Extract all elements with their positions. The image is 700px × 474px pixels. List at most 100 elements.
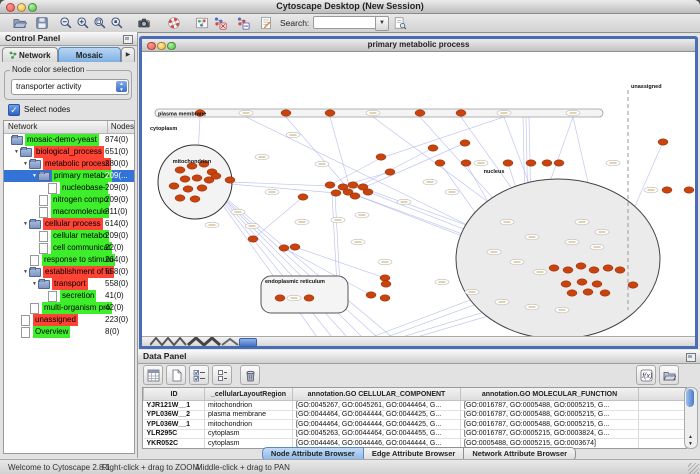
network-overview-icon[interactable] [194,15,210,31]
expand-arrow-icon[interactable]: ▼ [22,218,29,230]
tree-row-cell-communicat[interactable]: cell communicat22(0) [4,242,134,254]
tree-row-metabolic-process[interactable]: ▼metabolic process280(0) [4,158,134,170]
annotation-icon[interactable] [258,15,274,31]
column-header[interactable]: annotation.GO CELLULAR_COMPONENT [293,388,461,401]
import-attributes-icon[interactable] [659,365,679,385]
graph-node[interactable] [363,189,373,195]
graph-node[interactable] [350,193,360,199]
graph-edge[interactable] [218,194,347,337]
graph-node[interactable] [561,281,571,287]
destroy-network-icon[interactable] [212,15,228,31]
table-cell[interactable]: YPL036W__1 [144,420,205,430]
graph-node[interactable] [197,185,207,191]
search-dropdown-arrow-icon[interactable]: ▼ [375,16,389,31]
table-cell[interactable]: [GO:0016787, GO:0005488, GO:0005215, G..… [461,420,639,430]
tree-row-macromolecule[interactable]: macromolecule311(0) [4,206,134,218]
graph-node[interactable] [183,186,193,192]
graph-node[interactable] [615,267,625,273]
table-vertical-scrollbar[interactable]: ▲ ▼ [684,387,698,449]
search-input[interactable] [313,16,377,29]
graph-node[interactable] [279,245,289,251]
tree-row-response-to-stimulu[interactable]: response to stimulu264(0) [4,254,134,266]
resize-grip[interactable] [688,463,699,474]
title-bar[interactable]: Cytoscape Desktop (New Session) [0,0,700,14]
graph-node[interactable] [248,236,258,242]
tree-row-unassigned[interactable]: unassigned223(0) [4,314,134,326]
graph-edge[interactable] [363,143,465,188]
table-cell[interactable]: plasma membrane [205,410,293,420]
table-cell[interactable]: [GO:0016787, GO:0005215, GO:0003824, G..… [461,429,639,439]
table-cell[interactable] [639,429,686,439]
table-cell[interactable]: cytoplasm [205,429,293,439]
graph-edge[interactable] [253,197,303,239]
graph-node[interactable] [567,290,577,296]
table-cell[interactable]: [GO:0016787, GO:0005488, GO:0005215, G..… [461,410,639,420]
graph-node[interactable] [576,263,586,269]
column-header[interactable]: ID [144,388,205,401]
graph-node[interactable] [583,289,593,295]
graph-edge[interactable] [330,117,351,192]
help-lifesaver-icon[interactable] [166,15,182,31]
graph-node[interactable] [385,169,395,175]
new-attribute-icon[interactable] [166,365,186,385]
table-cell[interactable]: mitochondrion [205,420,293,430]
graph-node[interactable] [461,160,471,166]
table-scrollbar-thumb[interactable] [686,389,694,407]
tree-col-nodes[interactable]: Nodes [108,121,134,133]
column-header[interactable]: _cellularLayoutRegion [205,388,293,401]
graph-node[interactable] [376,154,386,160]
graph-node[interactable] [175,167,185,173]
tree-row-cellular-process[interactable]: ▼cellular process614(0) [4,218,134,230]
table-cell[interactable]: YLR295C [144,429,205,439]
zoom-out-icon[interactable] [58,15,74,31]
tab-network[interactable]: Network [2,47,58,62]
formula-builder-icon[interactable]: f(x) [636,365,656,385]
graph-node[interactable] [460,140,470,146]
column-header[interactable]: annotation.GO MOLECULAR_FUNCTION [461,388,639,401]
table-cell[interactable]: [GO:0045267, GO:0045261, GO:0044464, G..… [293,401,461,411]
graph-node[interactable] [428,145,438,151]
tree-row-cellular-metabo[interactable]: cellular metabo209(0) [4,230,134,242]
graph-edge[interactable] [212,190,317,337]
graph-node[interactable] [415,110,425,116]
tree-row-primary-metabo[interactable]: ▼primary metabo209(... [4,170,134,182]
snapshot-camera-icon[interactable] [136,15,152,31]
table-cell[interactable]: [GO:0016787, GO:0005488, GO:0005215, G..… [461,401,639,411]
table-cell[interactable] [639,420,686,430]
tree-row-secretion[interactable]: secretion41(0) [4,290,134,302]
graph-node[interactable] [275,295,285,301]
graph-node[interactable] [211,173,221,179]
table-row[interactable]: YLR295Ccytoplasm[GO:0045263, GO:0044464,… [144,429,686,439]
tab-overflow-arrow-icon[interactable]: ▶ [121,47,135,62]
graph-node[interactable] [175,195,185,201]
graph-node[interactable] [435,160,445,166]
graph-node[interactable] [304,295,314,301]
attribute-table[interactable]: ID_cellularLayoutRegionannotation.GO CEL… [142,387,687,449]
graph-node[interactable] [600,290,610,296]
table-cell[interactable]: YJR121W__1 [144,401,205,411]
graph-node[interactable] [298,194,308,200]
graph-node[interactable] [589,267,599,273]
network-window-titlebar[interactable]: primary metabolic process [142,39,695,52]
float-panel-icon[interactable] [123,35,133,44]
tree-row-overview[interactable]: Overview8(0) [4,326,134,338]
scroll-up-icon[interactable]: ▲ [687,434,694,440]
graph-node[interactable] [290,244,300,250]
expand-arrow-icon[interactable]: ▼ [31,170,38,182]
expand-arrow-icon[interactable]: ▼ [22,266,29,278]
tab-mosaic[interactable]: Mosaic [58,47,121,62]
zoom-selected-icon[interactable] [109,15,125,31]
graph-node[interactable] [526,160,536,166]
select-nodes-checkbox[interactable]: ✓ [8,104,20,116]
graph-node[interactable] [549,265,559,271]
graph-node[interactable] [380,295,390,301]
graph-node[interactable] [169,183,179,189]
graph-edge[interactable] [295,247,385,278]
unified-view-icon[interactable] [212,365,232,385]
float-data-panel-icon[interactable] [686,353,696,362]
canvas-horizontal-scrollbar[interactable] [142,336,695,346]
node-color-dropdown[interactable]: transporter activity ▲▼ [11,79,129,95]
graph-node[interactable] [554,160,564,166]
tree-row-multi-organism-pro[interactable]: multi-organism pro42(0) [4,302,134,314]
table-cell[interactable] [639,401,686,411]
